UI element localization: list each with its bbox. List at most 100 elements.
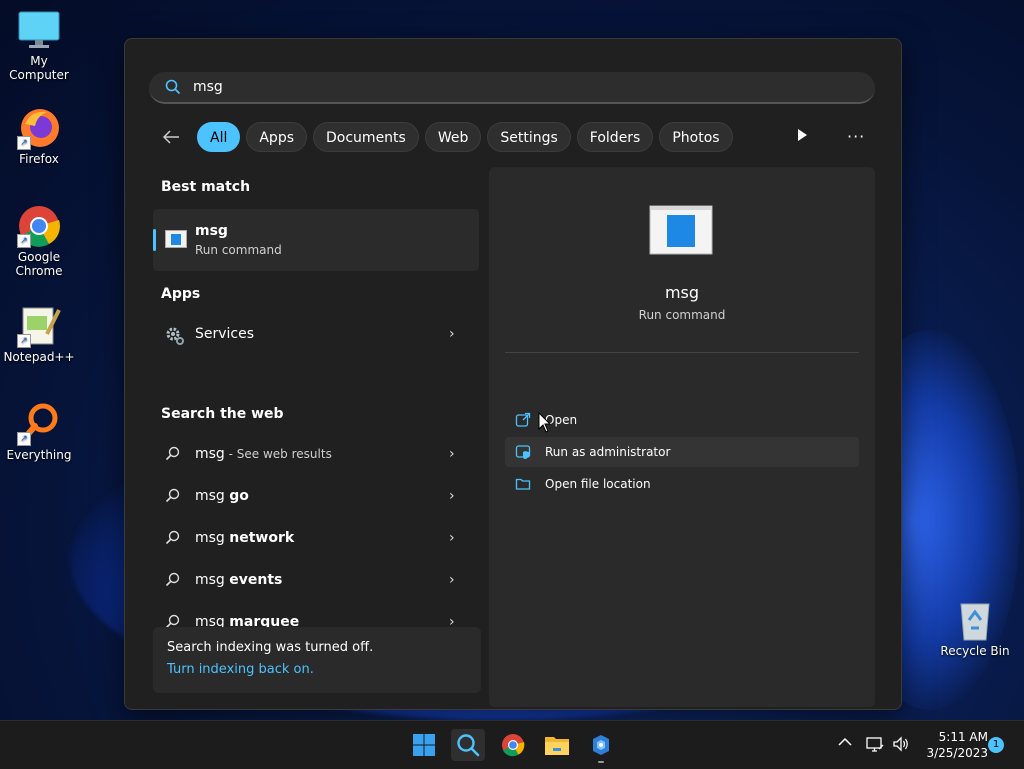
web-result-item[interactable]: msg - See web results ›: [153, 435, 479, 475]
filter-apps[interactable]: Apps: [246, 122, 308, 152]
action-open[interactable]: Open: [505, 405, 859, 435]
taskbar-search-button[interactable]: [451, 729, 485, 761]
shortcut-arrow-icon: ↗: [17, 334, 31, 348]
app-item-services[interactable]: Services ›: [153, 315, 479, 355]
chevron-up-icon: [838, 737, 852, 746]
indexing-notice-text: Search indexing was turned off.: [167, 640, 374, 655]
filter-documents[interactable]: Documents: [313, 122, 419, 152]
chrome-icon: [502, 734, 525, 757]
desktop-icon-label: Everything: [6, 448, 72, 462]
filter-photos[interactable]: Photos: [659, 122, 733, 152]
more-options-button[interactable]: ···: [847, 127, 865, 146]
search-web-heading: Search the web: [161, 406, 284, 422]
apps-heading: Apps: [161, 286, 201, 302]
chevron-right-icon: ›: [449, 446, 455, 462]
detail-type: Run command: [638, 308, 726, 322]
desktop-icon-label: Google Chrome: [15, 250, 63, 278]
shield-icon: [515, 444, 531, 464]
desktop-icon-recycle-bin[interactable]: Recycle Bin: [937, 598, 1013, 658]
speaker-icon: [893, 736, 908, 752]
indexing-notice: Search indexing was turned off. Turn ind…: [153, 627, 481, 693]
search-icon: [165, 572, 181, 592]
play-icon: [798, 129, 807, 141]
app-item-label: Services: [195, 326, 255, 342]
shortcut-arrow-icon: ↗: [17, 136, 31, 150]
taskbar-chrome-button[interactable]: [496, 729, 530, 761]
run-command-icon: [165, 230, 187, 252]
network-icon: [866, 737, 884, 752]
search-icon: [165, 79, 181, 99]
desktop-icon-notepadpp[interactable]: ↗ Notepad++: [1, 304, 77, 364]
shortcut-arrow-icon: ↗: [17, 432, 31, 446]
gear-icon: [165, 326, 185, 350]
desktop-icon-label: Firefox: [19, 152, 59, 166]
ellipsis-icon: ···: [847, 127, 866, 146]
desktop-icon-label: My Computer: [9, 54, 69, 82]
search-icon: [457, 734, 480, 757]
firefox-icon: ↗: [17, 106, 61, 150]
mouse-cursor-icon: [538, 411, 552, 438]
back-button[interactable]: [157, 123, 185, 151]
search-panel: msg All Apps Documents Web Settings Fold…: [124, 38, 902, 710]
best-match-name: msg: [195, 223, 228, 239]
clock-time: 5:11 AM: [938, 730, 988, 744]
network-button[interactable]: [866, 736, 884, 756]
web-result-label: msg go: [195, 488, 249, 504]
search-icon: [165, 488, 181, 508]
turn-indexing-on-link[interactable]: Turn indexing back on.: [167, 662, 314, 677]
file-explorer-icon: [545, 737, 569, 755]
run-command-icon: [649, 205, 713, 259]
search-icon: [165, 446, 181, 466]
web-result-item[interactable]: msg events ›: [153, 561, 479, 601]
show-hidden-icons-button[interactable]: [838, 735, 852, 751]
desktop-icon-everything[interactable]: ↗ Everything: [1, 402, 77, 462]
volume-button[interactable]: [892, 736, 910, 756]
best-match-type: Run command: [195, 243, 282, 257]
search-query: msg: [193, 79, 223, 95]
desktop-icon-firefox[interactable]: ↗ Firefox: [1, 106, 77, 166]
filter-all[interactable]: All: [197, 122, 241, 152]
filter-web[interactable]: Web: [424, 122, 482, 152]
search-input[interactable]: msg: [149, 72, 875, 104]
notepadpp-icon: ↗: [17, 304, 61, 348]
taskbar: 5:11 AM 3/25/2023 1: [0, 720, 1024, 769]
web-result-label: msg - See web results: [195, 446, 332, 462]
taskbar-app-button[interactable]: [584, 729, 618, 763]
action-label: Run as administrator: [545, 445, 671, 459]
desktop-icon-chrome[interactable]: ↗ Google Chrome: [1, 204, 77, 278]
start-icon: [413, 734, 435, 756]
filter-bar: All Apps Documents Web Settings Folders …: [157, 121, 733, 153]
divider: [505, 352, 859, 353]
filter-folders[interactable]: Folders: [576, 122, 654, 152]
folder-icon: [515, 476, 531, 496]
clock[interactable]: 5:11 AM 3/25/2023: [918, 729, 988, 761]
app-icon: [593, 735, 609, 755]
clock-date: 3/25/2023: [926, 746, 988, 760]
play-button[interactable]: [795, 127, 809, 147]
open-external-icon: [515, 412, 531, 432]
web-result-item[interactable]: msg network ›: [153, 519, 479, 559]
taskbar-file-explorer-button[interactable]: [540, 729, 574, 761]
filter-settings[interactable]: Settings: [487, 122, 571, 152]
arrow-left-icon: [162, 130, 179, 144]
notification-badge[interactable]: 1: [988, 737, 1004, 753]
action-run-as-administrator[interactable]: Run as administrator: [505, 437, 859, 467]
detail-name: msg: [664, 283, 700, 302]
monitor-icon: [17, 8, 61, 52]
action-open-file-location[interactable]: Open file location: [505, 469, 859, 499]
chevron-right-icon: ›: [449, 326, 455, 342]
shortcut-arrow-icon: ↗: [17, 234, 31, 248]
desktop-icon-label: Notepad++: [3, 350, 75, 364]
search-icon: [165, 530, 181, 550]
action-label: Open file location: [545, 477, 651, 491]
chevron-right-icon: ›: [449, 488, 455, 504]
desktop-icon-my-computer[interactable]: My Computer: [1, 8, 77, 82]
best-match-item[interactable]: msg Run command: [153, 209, 479, 271]
start-button[interactable]: [407, 729, 441, 761]
chevron-right-icon: ›: [449, 572, 455, 588]
best-match-heading: Best match: [161, 179, 251, 195]
web-result-item[interactable]: msg go ›: [153, 477, 479, 517]
chrome-icon: ↗: [17, 204, 61, 248]
running-indicator: [598, 761, 604, 763]
everything-icon: ↗: [17, 402, 61, 446]
